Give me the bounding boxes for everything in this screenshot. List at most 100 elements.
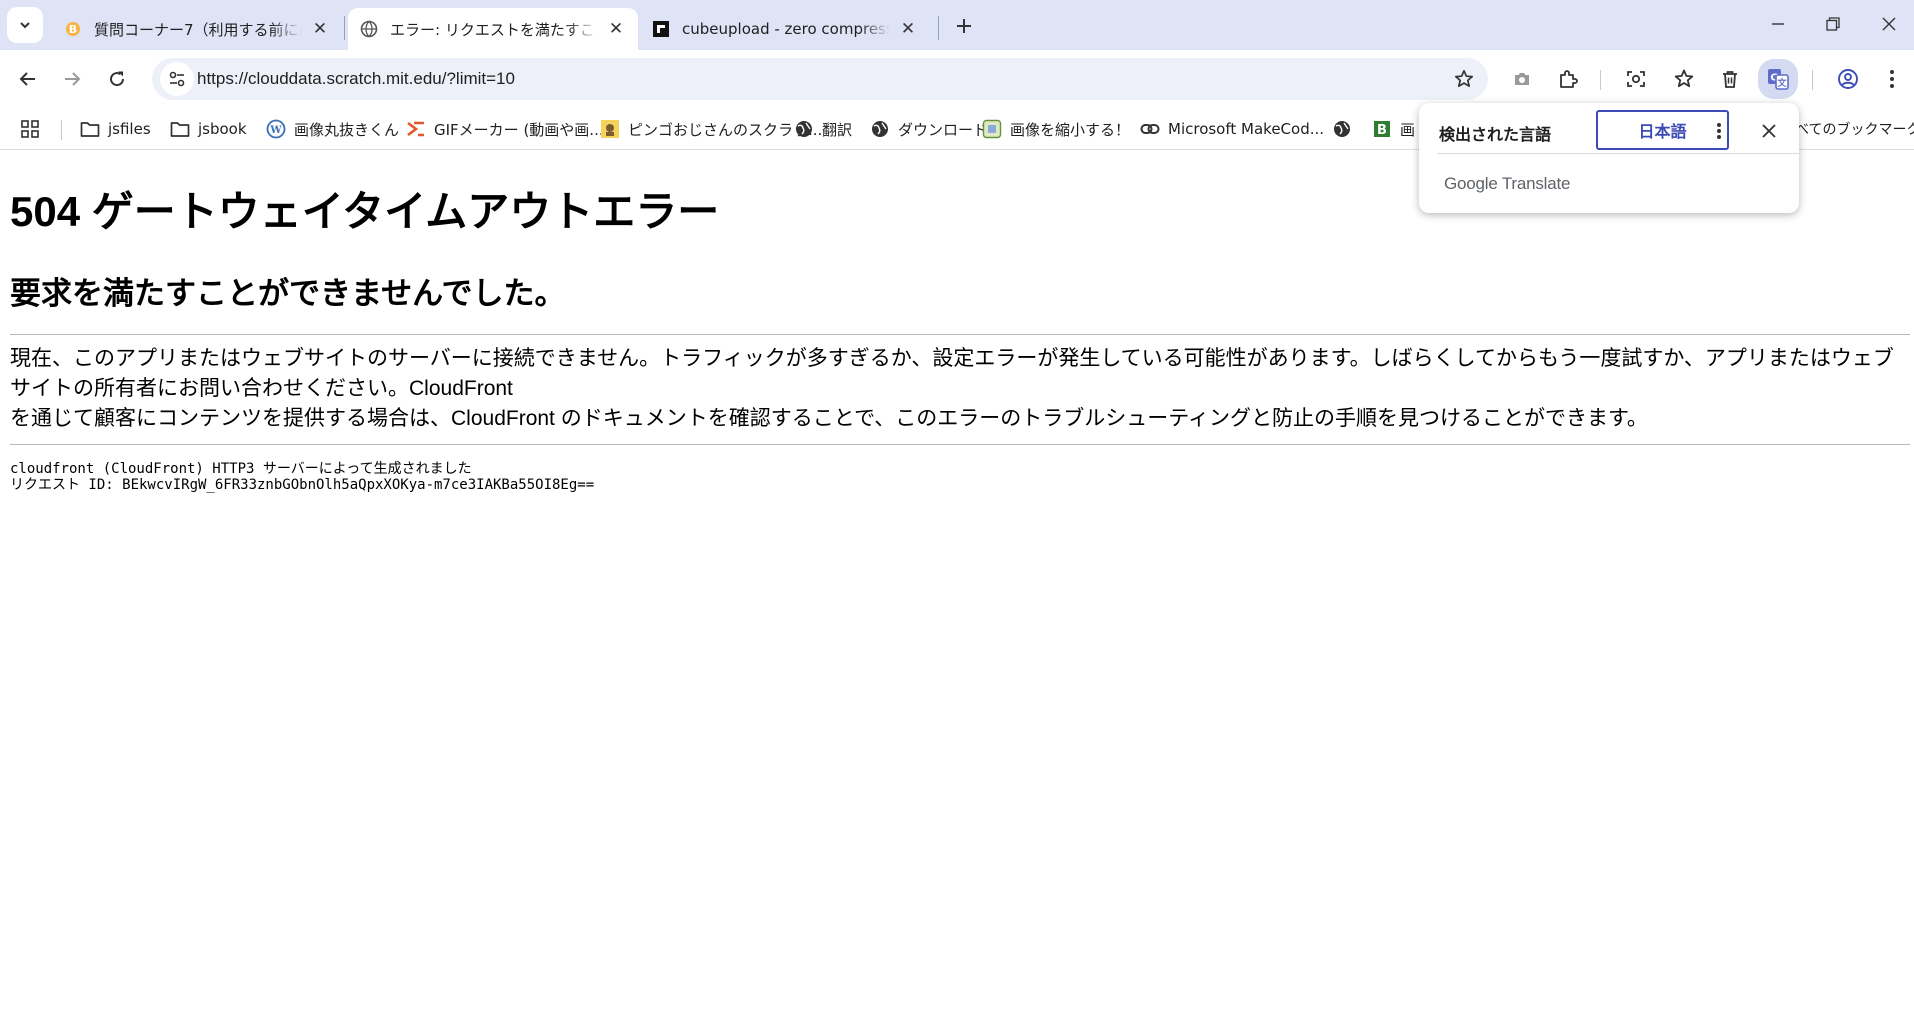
- tab-separator: [344, 16, 345, 40]
- apps-button[interactable]: [20, 116, 40, 142]
- svg-text:B: B: [1377, 123, 1387, 138]
- star-list-icon: [1674, 69, 1694, 88]
- close-icon: [1882, 17, 1896, 31]
- forward-button[interactable]: [52, 59, 92, 99]
- translate-button[interactable]: G文: [1758, 59, 1798, 99]
- new-tab-button[interactable]: [948, 10, 980, 42]
- globe-icon: [1332, 119, 1352, 139]
- star-icon: [1454, 69, 1474, 88]
- globe-icon: [794, 119, 814, 139]
- bitcoin-favicon-icon: B: [64, 20, 82, 38]
- more-vertical-icon: [1717, 123, 1721, 139]
- folder-icon: [80, 119, 100, 139]
- request-details: cloudfront (CloudFront) HTTP3 サーバーによって生成…: [10, 461, 594, 493]
- bookmark-download[interactable]: ダウンロード: [870, 116, 988, 142]
- apps-grid-icon: [21, 120, 39, 138]
- close-icon: [1762, 124, 1776, 138]
- image-shrink-icon: [982, 119, 1002, 139]
- lens-button[interactable]: [1620, 63, 1652, 95]
- google-translate-logo: Google Translate: [1444, 174, 1571, 193]
- svg-text:文: 文: [1776, 77, 1787, 89]
- message-text: 現在、このアプリまたはウェブサイトのサーバーに接続できません。トラフィックが多す…: [10, 347, 1894, 400]
- bookmark-label: ダウンロード: [898, 120, 989, 139]
- error-heading: 504 ゲートウェイタイムアウトエラー: [10, 188, 720, 235]
- bookmark-gif-maker[interactable]: GIFメーカー (動画や画...: [406, 116, 604, 142]
- address-url[interactable]: https://clouddata.scratch.mit.edu/?limit…: [197, 69, 515, 89]
- request-id-text: リクエスト ID: BEkwcvIRgW_6FR33znbGObnOlh5aQp…: [10, 477, 595, 493]
- bookmark-label: GIFメーカー (動画や画...: [434, 120, 604, 139]
- screenshot-button[interactable]: [1506, 63, 1538, 95]
- trash-icon: [1723, 71, 1737, 88]
- bingo-icon: [600, 119, 620, 139]
- bookmark-label: 画: [1400, 120, 1416, 139]
- wordpress-icon: W: [266, 119, 286, 139]
- bookmark-translate[interactable]: 翻訳: [794, 116, 852, 142]
- bookmark-label: Microsoft MakeCod...: [1168, 120, 1325, 138]
- back-button[interactable]: [8, 59, 48, 99]
- bookmark-globe[interactable]: [1332, 116, 1360, 142]
- detected-language-tab[interactable]: 検出された言語: [1439, 121, 1551, 145]
- translate-popup: 検出された言語 日本語 Google Translate: [1419, 103, 1799, 213]
- gif-maker-icon: [406, 119, 426, 139]
- camera-icon: [1515, 73, 1529, 85]
- globe-icon: [360, 20, 378, 38]
- more-vertical-icon: [1890, 70, 1894, 88]
- bookmark-b-site[interactable]: B 画: [1372, 116, 1415, 142]
- reload-button[interactable]: [97, 59, 137, 99]
- tab-title: 質問コーナー7（利用する前に最初の: [94, 20, 302, 39]
- browser-menu-button[interactable]: [1876, 63, 1908, 95]
- favorites-button[interactable]: [1668, 63, 1700, 95]
- tab-strip: B 質問コーナー7（利用する前に最初の ✕ エラー: リクエストを満たすことがで…: [0, 0, 1914, 50]
- globe-icon: [870, 119, 890, 139]
- tab-question-corner[interactable]: B 質問コーナー7（利用する前に最初の ✕: [52, 8, 342, 50]
- error-message: 現在、このアプリまたはウェブサイトのサーバーに接続できません。トラフィックが多す…: [10, 344, 1910, 434]
- divider: [10, 334, 1910, 335]
- translate-close-button[interactable]: [1755, 117, 1783, 145]
- lens-camera-icon: [1627, 71, 1645, 87]
- bookmark-label: 画像丸抜きくん: [294, 120, 400, 139]
- restore-icon: [1826, 17, 1840, 31]
- close-tab-icon[interactable]: ✕: [606, 19, 626, 39]
- all-bookmarks-button[interactable]: すべてのブックマーク: [1782, 116, 1914, 142]
- close-tab-icon[interactable]: ✕: [898, 19, 918, 39]
- generated-by-text: cloudfront (CloudFront) HTTP3 サーバーによって生成…: [10, 461, 472, 477]
- bookmark-star-button[interactable]: [1452, 67, 1476, 91]
- toolbar-separator: [1600, 70, 1601, 90]
- translate-options-button[interactable]: [1707, 119, 1731, 143]
- close-window-button[interactable]: [1866, 6, 1912, 42]
- browser-toolbar: https://clouddata.scratch.mit.edu/?limit…: [0, 50, 1914, 108]
- site-settings-button[interactable]: [160, 62, 194, 96]
- tab-cubeupload[interactable]: cubeupload - zero compression ✕: [640, 8, 930, 50]
- tune-icon: [169, 71, 185, 87]
- divider: [10, 444, 1910, 445]
- tab-search-button[interactable]: [7, 7, 43, 43]
- profile-button[interactable]: [1832, 63, 1864, 95]
- arrow-right-icon: [65, 72, 81, 86]
- tab-error-page[interactable]: エラー: リクエストを満たすことができま ✕: [348, 8, 638, 50]
- bookmark-bingo-scratch[interactable]: ピンゴおじさんのスクラッ...: [600, 116, 822, 142]
- bookmark-folder-jsfiles[interactable]: jsfiles: [80, 116, 151, 142]
- bookmark-image-round[interactable]: W 画像丸抜きくん: [266, 116, 399, 142]
- toolbar-separator: [1812, 70, 1813, 90]
- bookmark-folder-jsbook[interactable]: jsbook: [170, 116, 247, 142]
- bookmark-label: 翻訳: [822, 120, 853, 139]
- account-icon: [1838, 69, 1858, 89]
- minimize-button[interactable]: [1755, 6, 1801, 42]
- restore-button[interactable]: [1810, 6, 1856, 42]
- bookmark-label: 画像を縮小する！: [1010, 120, 1131, 139]
- plus-icon: [957, 19, 971, 33]
- address-bar[interactable]: https://clouddata.scratch.mit.edu/?limit…: [152, 58, 1488, 100]
- extensions-button[interactable]: [1552, 63, 1584, 95]
- bookmark-image-shrink[interactable]: 画像を縮小する！: [982, 116, 1130, 142]
- error-subheading: 要求を満たすことができませんでした。: [10, 276, 566, 311]
- delete-button[interactable]: [1714, 63, 1746, 95]
- tab-title: エラー: リクエストを満たすことができま: [390, 20, 598, 39]
- bookmark-makecode[interactable]: Microsoft MakeCod...: [1140, 116, 1324, 142]
- close-tab-icon[interactable]: ✕: [310, 19, 330, 39]
- divider: [1437, 153, 1799, 154]
- b-icon: B: [1372, 119, 1392, 139]
- tab-separator: [938, 16, 939, 40]
- cubeupload-favicon-icon: [652, 20, 670, 38]
- link-icon: [1140, 119, 1160, 139]
- folder-icon: [170, 119, 190, 139]
